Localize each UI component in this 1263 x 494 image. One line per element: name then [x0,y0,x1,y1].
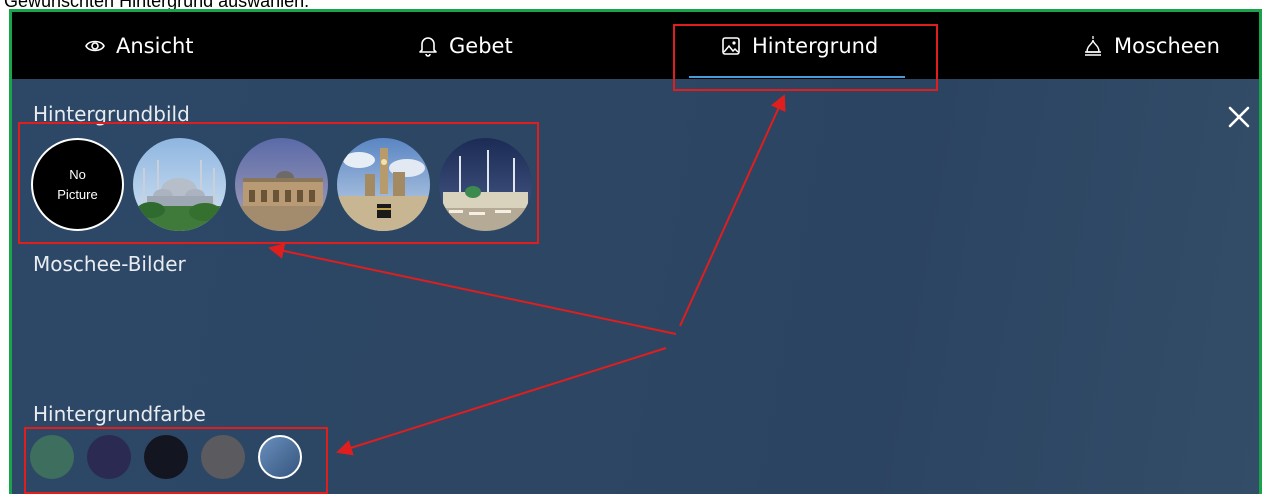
thumbnail-blue-mosque[interactable] [133,138,226,231]
thumbnail-al-aqsa[interactable] [235,138,328,231]
tab-ansicht[interactable]: Ansicht [84,12,194,79]
tab-gebet[interactable]: Gebet [417,12,513,79]
section-title-background-color: Hintergrundfarbe [33,402,206,426]
settings-window: Ansicht Gebet Hintergrund Moscheen Hinte… [9,9,1262,494]
thumbnail-nabawi-night[interactable] [439,138,532,231]
color-swatch-green[interactable] [30,435,74,479]
close-button[interactable] [1226,104,1252,130]
tab-ansicht-label: Ansicht [116,33,194,58]
color-swatch-gray[interactable] [201,435,245,479]
color-swatch-indigo[interactable] [87,435,131,479]
section-title-background-image: Hintergrundbild [33,102,190,126]
tab-bar: Ansicht Gebet Hintergrund Moscheen [12,12,1259,79]
mosque-icon [1082,35,1104,57]
color-swatch-blue-selected[interactable] [258,435,302,479]
tab-hintergrund-label: Hintergrund [752,33,879,58]
thumbnail-kaaba-clock-tower[interactable] [337,138,430,231]
eye-icon [84,35,106,57]
section-title-mosque-images: Moschee-Bilder [33,252,186,276]
close-icon [1228,106,1250,128]
image-icon [720,35,742,57]
tab-moscheen[interactable]: Moscheen [1082,12,1220,79]
color-swatch-black[interactable] [144,435,188,479]
tab-hintergrund[interactable]: Hintergrund [720,12,878,79]
tab-moscheen-label: Moscheen [1114,33,1220,58]
tab-gebet-label: Gebet [449,33,513,58]
no-picture-line2: Picture [57,186,98,202]
active-tab-indicator [689,76,905,78]
bell-icon [417,35,439,57]
no-picture-line1: No [69,166,86,182]
no-picture-option[interactable]: No Picture [31,138,124,231]
